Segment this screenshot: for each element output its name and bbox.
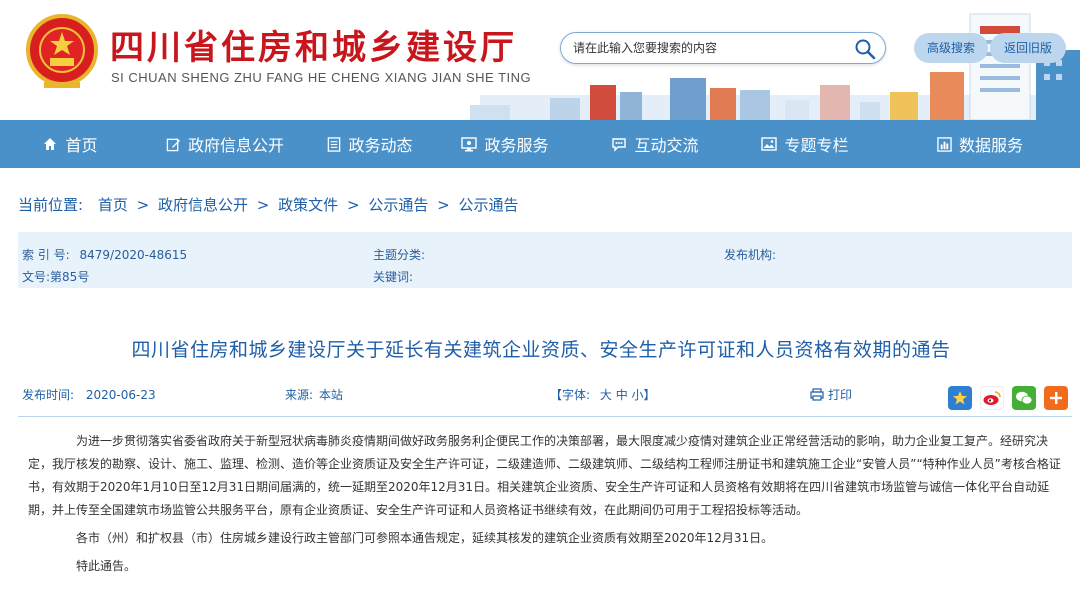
print-button[interactable]: 打印 (810, 386, 852, 403)
breadcrumb-separator: > (437, 196, 450, 214)
index-number-value: 8479/2020-48615 (79, 248, 188, 262)
search-box (560, 32, 886, 64)
source: 来源: 本站 (285, 386, 343, 403)
nav-item-home[interactable]: 首页 (0, 120, 140, 168)
article-body: 为进一步贯彻落实省委省政府关于新型冠状病毒肺炎疫情期间做好政务服务利企便民工作的… (28, 430, 1068, 583)
weibo-icon[interactable] (980, 386, 1004, 410)
content-area: 当前位置: 首页 > 政府信息公开 > 政策文件 > 公示通告 > 公示通告 索… (10, 180, 1072, 604)
font-size-options[interactable]: 大 中 小】 (600, 388, 656, 402)
image-icon (761, 137, 778, 151)
national-emblem-logo (26, 14, 98, 88)
nav-item-label: 专题专栏 (784, 136, 849, 155)
publisher-label: 发布机构: (724, 248, 777, 262)
document-metadata-box: 索 引 号: 8479/2020-48615 文号:第85号 主题分类: 关键词… (18, 232, 1072, 288)
breadcrumb-separator: > (346, 196, 360, 214)
article-title: 四川省住房和城乡建设厅关于延长有关建筑企业资质、安全生产许可证和人员资格有效期的… (131, 339, 951, 361)
article-paragraph: 为进一步贯彻落实省委省政府关于新型冠状病毒肺炎疫情期间做好政务服务利企便民工作的… (28, 434, 1061, 517)
nav-item-data-service[interactable]: 数据服务 (880, 120, 1080, 168)
font-size-label: 【字体: (550, 388, 591, 402)
nav-item-label: 互动交流 (634, 136, 699, 155)
site-header: 四川省住房和城乡建设厅 SI CHUAN SHENG ZHU FANG HE C… (0, 0, 1080, 120)
wechat-icon[interactable] (1012, 386, 1036, 410)
nav-item-special-topics[interactable]: 专题专栏 (730, 120, 880, 168)
more-icon[interactable] (1044, 386, 1068, 410)
nav-item-label: 首页 (65, 136, 98, 155)
document-number-label: 文号: (22, 270, 51, 284)
print-label: 打印 (828, 388, 853, 402)
advanced-search-button[interactable]: 高级搜索 (914, 33, 988, 63)
nav-item-interaction[interactable]: 互动交流 (580, 120, 730, 168)
article-paragraph: 各市（州）和扩权县（市）住房城乡建设行政主管部门可参照本通告规定，延续其核发的建… (76, 531, 774, 545)
breadcrumb-link-notice[interactable]: 公示通告 (368, 196, 428, 214)
index-number: 索 引 号: 8479/2020-48615 (22, 246, 187, 263)
nav-item-gov-info[interactable]: 政府信息公开 (140, 120, 310, 168)
main-nav: 首页 政府信息公开 政务动态 政务服务 互动交流 专题专栏 数据服务 (0, 120, 1080, 168)
nav-item-label: 政务服务 (484, 136, 549, 155)
site-title: 四川省住房和城乡建设厅 (110, 28, 517, 68)
chat-icon (612, 137, 627, 152)
old-version-button[interactable]: 返回旧版 (990, 33, 1066, 63)
search-input[interactable] (573, 38, 843, 58)
edit-icon (166, 138, 181, 151)
source-value: 本站 (319, 388, 344, 402)
monitor-icon (461, 136, 478, 151)
search-icon[interactable] (853, 37, 877, 61)
breadcrumb-separator: > (136, 196, 150, 214)
site-pinyin-subtitle: SI CHUAN SHENG ZHU FANG HE CHENG XIANG J… (111, 70, 532, 85)
article-paragraph: 特此通告。 (76, 559, 137, 573)
document-number: 文号:第85号 (22, 268, 89, 285)
publish-time: 发布时间: 2020-06-23 (22, 386, 156, 403)
keywords-label: 关键词: (373, 270, 414, 284)
breadcrumb-separator: > (256, 196, 270, 214)
source-label: 来源: (285, 388, 314, 402)
publish-time-label: 发布时间: (22, 388, 75, 402)
nav-item-label: 政务动态 (348, 136, 413, 155)
nav-item-label: 数据服务 (958, 136, 1023, 155)
nav-item-gov-news[interactable]: 政务动态 (310, 120, 430, 168)
font-size-control: 【字体: 大 中 小】 (550, 386, 656, 403)
publish-time-value: 2020-06-23 (85, 388, 156, 402)
breadcrumb-link-policy[interactable]: 政策文件 (278, 196, 338, 214)
breadcrumb-link-gov-info[interactable]: 政府信息公开 (158, 196, 248, 214)
favorite-icon[interactable] (948, 386, 972, 410)
nav-item-gov-service[interactable]: 政务服务 (430, 120, 580, 168)
breadcrumb-label: 当前位置: (18, 196, 84, 214)
home-icon (44, 138, 57, 150)
index-number-label: 索 引 号: (22, 248, 70, 262)
data-icon (937, 136, 952, 152)
share-toolbar (948, 386, 1068, 410)
print-icon (810, 388, 824, 401)
nav-item-label: 政府信息公开 (187, 136, 284, 155)
breadcrumb: 当前位置: 首页 > 政府信息公开 > 政策文件 > 公示通告 > 公示通告 (18, 194, 518, 215)
breadcrumb-link-notice-current[interactable]: 公示通告 (458, 196, 518, 214)
document-icon (328, 136, 341, 152)
breadcrumb-link-home[interactable]: 首页 (98, 196, 128, 214)
document-number-value: 第85号 (50, 270, 90, 284)
topic-category-label: 主题分类: (373, 248, 426, 262)
content-divider (18, 416, 1072, 417)
